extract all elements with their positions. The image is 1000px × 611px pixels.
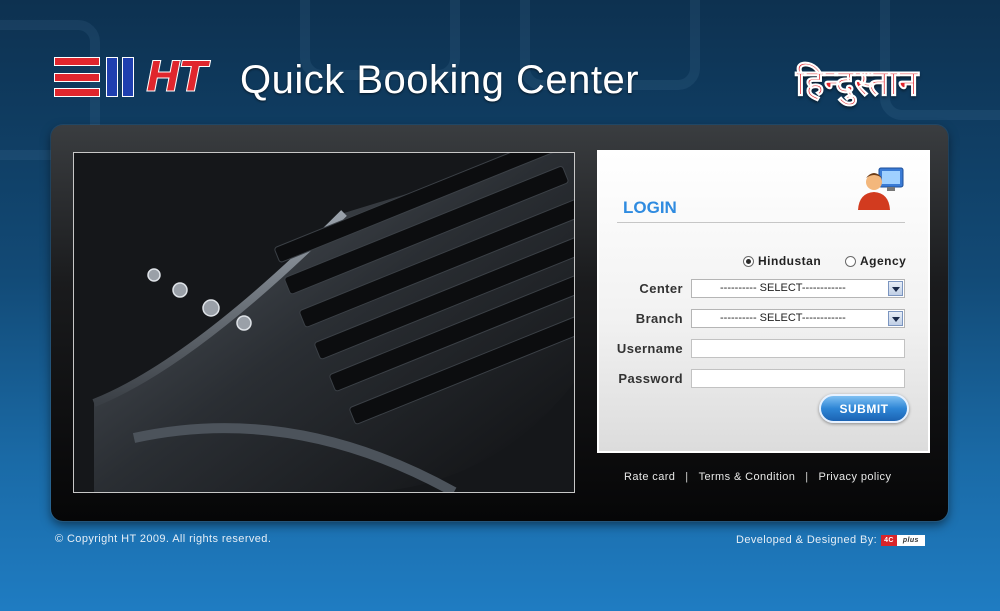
developer-logo-part: 4C bbox=[881, 534, 897, 546]
keyboard-photo bbox=[73, 152, 575, 493]
rate-card-link[interactable]: Rate card bbox=[624, 471, 675, 483]
keyboard-illustration bbox=[74, 153, 574, 492]
divider bbox=[617, 222, 905, 223]
link-separator: | bbox=[685, 471, 689, 483]
copyright: © Copyright HT 2009. All rights reserved… bbox=[55, 533, 272, 545]
privacy-link[interactable]: Privacy policy bbox=[819, 471, 892, 483]
logo-bars-icon bbox=[54, 57, 100, 97]
dropdown-arrow-icon[interactable] bbox=[888, 281, 903, 296]
login-box: LOGIN Hindustan Agency Center ----------… bbox=[597, 150, 930, 453]
submit-button[interactable]: SUBMIT bbox=[819, 394, 909, 423]
center-label: Center bbox=[639, 281, 683, 296]
developer-logo-part: plus bbox=[896, 534, 925, 546]
user-computer-icon bbox=[858, 167, 904, 210]
radio-icon[interactable] bbox=[743, 255, 754, 267]
site-title: Quick Booking Center bbox=[240, 58, 640, 102]
password-label: Password bbox=[618, 371, 683, 386]
main-panel: LOGIN Hindustan Agency Center ----------… bbox=[51, 125, 948, 521]
center-select-value: ---------- SELECT------------ bbox=[720, 282, 846, 294]
radio-agency[interactable]: Agency bbox=[845, 254, 906, 268]
radio-agency-label: Agency bbox=[860, 254, 907, 268]
branch-label: Branch bbox=[635, 311, 683, 326]
username-input[interactable] bbox=[691, 339, 905, 358]
radio-icon[interactable] bbox=[845, 255, 856, 267]
logo-text: HT bbox=[146, 52, 209, 101]
login-title: LOGIN bbox=[623, 198, 677, 217]
center-select[interactable]: ---------- SELECT------------ bbox=[691, 279, 905, 298]
hindustan-logo: हिन्दुस्तान bbox=[795, 62, 919, 104]
radio-hindustan[interactable]: Hindustan bbox=[743, 254, 821, 268]
branch-select[interactable]: ---------- SELECT------------ bbox=[691, 309, 905, 328]
developer-credit: Developed & Designed By: 4C plus bbox=[736, 534, 925, 546]
credit-text: Developed & Designed By: bbox=[736, 534, 878, 546]
ht-logo-mark: HT bbox=[54, 52, 209, 101]
username-label: Username bbox=[616, 341, 683, 356]
radio-hindustan-label: Hindustan bbox=[758, 254, 822, 268]
ht-logo[interactable]: HT bbox=[54, 52, 209, 101]
footer-links: Rate card | Terms & Condition | Privacy … bbox=[624, 471, 891, 483]
developer-logo[interactable]: 4C plus bbox=[881, 534, 925, 546]
logo-vbar bbox=[106, 57, 118, 97]
branch-select-value: ---------- SELECT------------ bbox=[720, 312, 846, 324]
terms-link[interactable]: Terms & Condition bbox=[699, 471, 796, 483]
logo-vbar bbox=[122, 57, 134, 97]
password-input[interactable] bbox=[691, 369, 905, 388]
dropdown-arrow-icon[interactable] bbox=[888, 311, 903, 326]
link-separator: | bbox=[805, 471, 809, 483]
